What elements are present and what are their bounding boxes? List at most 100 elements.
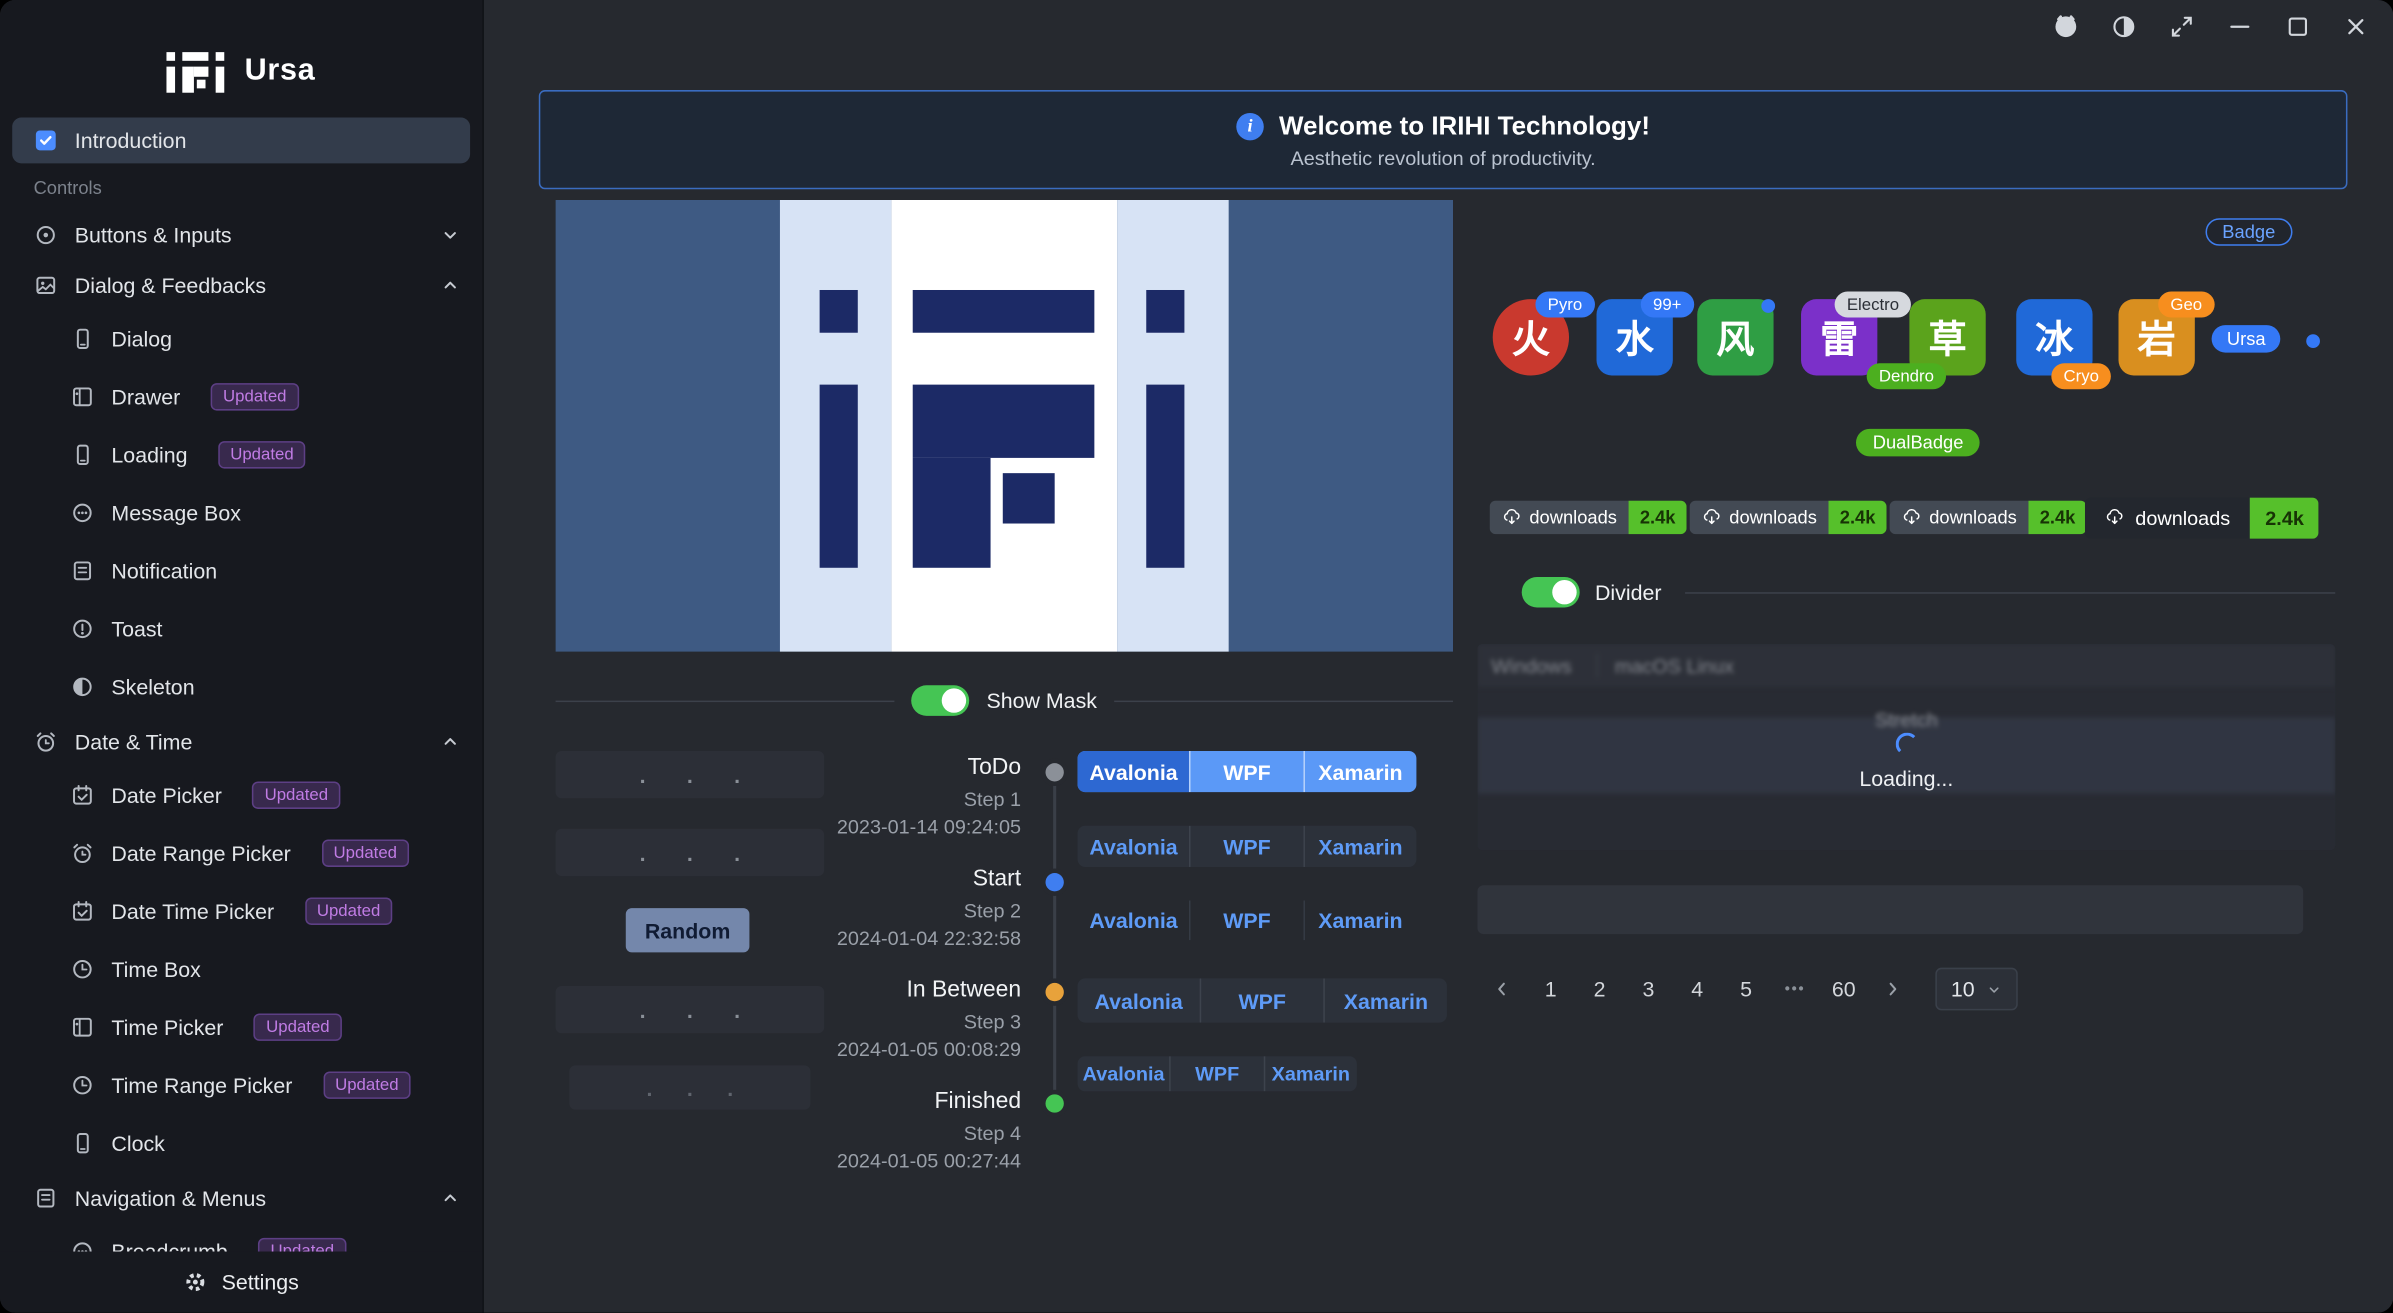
close-icon[interactable] (2343, 14, 2369, 40)
phone-icon (70, 443, 94, 467)
sidebar-item-clock[interactable]: Clock (0, 1114, 482, 1172)
option-xamarin[interactable]: Xamarin (1303, 826, 1416, 867)
option-avalonia[interactable]: Avalonia (1078, 1056, 1170, 1091)
sidebar-item-introduction[interactable]: Introduction (12, 118, 470, 164)
sidebar-item-drawer[interactable]: Drawer Updated (0, 368, 482, 426)
sidebar-item-toast[interactable]: Toast (0, 600, 482, 658)
updated-badge: Updated (323, 1071, 411, 1098)
info-icon: i (1236, 112, 1263, 139)
datagrid-loading: Windows macOS Linux Stretch Loading... (1477, 644, 2335, 850)
banner-subtitle: Aesthetic revolution of productivity. (1291, 146, 1596, 169)
option-wpf[interactable]: WPF (1189, 826, 1302, 867)
sidebar-scroll[interactable]: Ursa Introduction Controls Buttons & Inp… (0, 0, 482, 1252)
check-square-icon (34, 128, 58, 152)
next-page-button[interactable] (1871, 968, 1914, 1011)
downloads-badge-large: downloads 2.4k (2085, 498, 2319, 539)
downloads-value: 2.4k (2029, 501, 2086, 535)
main-content: i Welcome to IRIHI Technology! Aesthetic… (485, 0, 2393, 1313)
page-button-2[interactable]: 2 (1578, 968, 1621, 1011)
badge-electro: Electro (1835, 292, 1912, 318)
page-button-last[interactable]: 60 (1822, 968, 1865, 1011)
github-icon[interactable] (2053, 14, 2079, 40)
option-xamarin[interactable]: Xamarin (1263, 1056, 1357, 1091)
sidebar-item-notification[interactable]: Notification (0, 542, 482, 600)
maximize-icon[interactable] (2285, 14, 2311, 40)
dot-separator: . (687, 762, 693, 786)
empty-input-bar[interactable] (1477, 885, 2303, 934)
updated-badge: Updated (321, 839, 409, 866)
option-wpf[interactable]: WPF (1189, 751, 1302, 792)
message-icon (70, 501, 94, 525)
option-wpf[interactable]: WPF (1189, 901, 1302, 941)
chevron-up-icon (440, 730, 461, 751)
page-button-4[interactable]: 4 (1676, 968, 1719, 1011)
timeline-step-label: Step 2 (714, 897, 1021, 924)
sidebar-item-date-time-picker[interactable]: Date Time Picker Updated (0, 882, 482, 940)
sidebar-item-dialog[interactable]: Dialog (0, 310, 482, 368)
badge-dot (1761, 299, 1775, 313)
divider-line (556, 700, 895, 702)
option-avalonia[interactable]: Avalonia (1078, 826, 1190, 867)
fullscreen-icon[interactable] (2169, 14, 2195, 40)
timeline-title: Start (714, 865, 1021, 891)
page-button-3[interactable]: 3 (1627, 968, 1670, 1011)
option-xamarin[interactable]: Xamarin (1323, 978, 1447, 1022)
alert-circle-icon (70, 617, 94, 641)
option-avalonia[interactable]: Avalonia (1078, 978, 1200, 1022)
prev-page-button[interactable] (1481, 968, 1524, 1011)
dot-separator: . (647, 1075, 653, 1099)
timeline-title: ToDo (714, 754, 1021, 780)
option-xamarin[interactable]: Xamarin (1303, 751, 1416, 792)
downloads-value: 2.4k (1629, 501, 1686, 535)
divider-line (1114, 700, 1453, 702)
option-avalonia[interactable]: Avalonia (1078, 751, 1190, 792)
downloads-value: 2.4k (2250, 498, 2319, 539)
timeline-dot-inbetween (1046, 983, 1064, 1001)
theme-toggle-icon[interactable] (2111, 14, 2137, 40)
note-icon (70, 559, 94, 583)
sidebar-item-skeleton[interactable]: Skeleton (0, 658, 482, 716)
page-button-5[interactable]: 5 (1725, 968, 1768, 1011)
sidebar-item-date-range-picker[interactable]: Date Range Picker Updated (0, 824, 482, 882)
option-wpf[interactable]: WPF (1200, 978, 1324, 1022)
option-wpf[interactable]: WPF (1170, 1056, 1264, 1091)
clock-icon (70, 1073, 94, 1097)
banner-title-row: i Welcome to IRIHI Technology! (1236, 111, 1650, 142)
cloud-download-icon (1502, 507, 1522, 527)
cloud-download-icon (1902, 507, 1922, 527)
dot-separator: . (640, 840, 646, 864)
sidebar-item-breadcrumb[interactable]: Breadcrumb Updated (0, 1223, 482, 1252)
irihi-logo-image (556, 200, 1453, 652)
sidebar-group-date-time[interactable]: Date & Time (0, 716, 482, 766)
page-size-select[interactable]: 10 (1935, 968, 2017, 1011)
minimize-icon[interactable] (2227, 14, 2253, 40)
badge-dot (2306, 334, 2320, 348)
sidebar-item-time-range-picker[interactable]: Time Range Picker Updated (0, 1056, 482, 1114)
badge-geo: Geo (2158, 292, 2214, 318)
option-xamarin[interactable]: Xamarin (1303, 901, 1416, 941)
dot-separator: . (687, 1075, 693, 1099)
pagination: 1 2 3 4 5 ••• 60 10 (1481, 968, 2018, 1011)
sidebar-item-time-box[interactable]: Time Box (0, 940, 482, 998)
cursor-icon (34, 222, 58, 246)
chevron-up-icon (440, 274, 461, 295)
alarm-icon (70, 841, 94, 865)
sidebar-item-time-picker[interactable]: Time Picker Updated (0, 998, 482, 1056)
show-mask-toggle[interactable] (912, 685, 970, 716)
sidebar-group-buttons-inputs[interactable]: Buttons & Inputs (0, 209, 482, 259)
sidebar-group-navigation-menus[interactable]: Navigation & Menus (0, 1172, 482, 1222)
divider-toggle[interactable] (1522, 577, 1580, 608)
sidebar-item-loading[interactable]: Loading Updated (0, 426, 482, 484)
app-logo: Ursa (0, 0, 482, 118)
sidebar-item-date-picker[interactable]: Date Picker Updated (0, 766, 482, 824)
timeline-step-label: Step 3 (714, 1009, 1021, 1036)
page-ellipsis[interactable]: ••• (1774, 968, 1817, 1011)
page-button-1[interactable]: 1 (1529, 968, 1572, 1011)
settings-button[interactable]: Settings (0, 1252, 482, 1313)
sidebar-item-message-box[interactable]: Message Box (0, 484, 482, 542)
option-avalonia[interactable]: Avalonia (1078, 901, 1190, 941)
updated-badge: Updated (218, 441, 306, 468)
updated-badge: Updated (252, 781, 340, 808)
dot-separator: . (640, 997, 646, 1021)
sidebar-group-dialog-feedbacks[interactable]: Dialog & Feedbacks (0, 259, 482, 309)
